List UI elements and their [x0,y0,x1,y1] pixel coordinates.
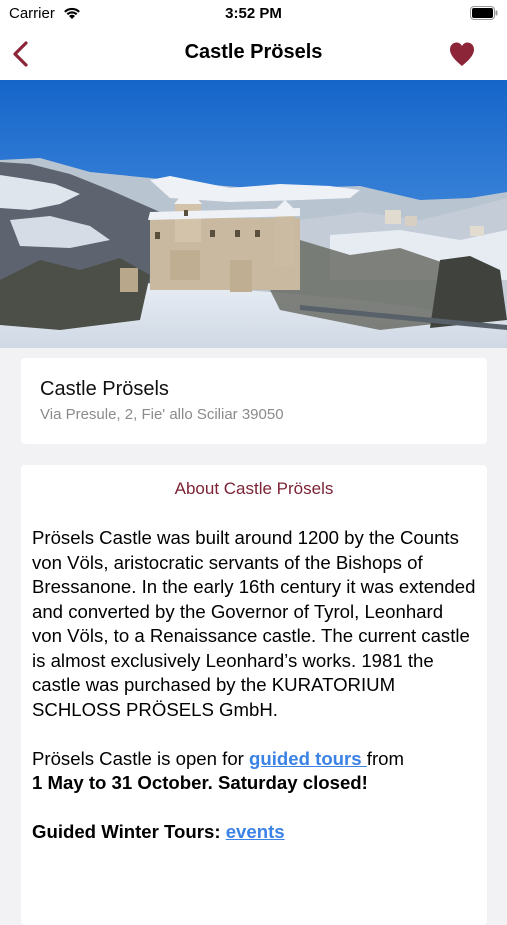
page-title: Castle Prösels [184,41,323,63]
navigation-bar: Castle Prösels [0,28,507,80]
hero-image[interactable] [0,80,507,348]
place-card: Castle Prösels Via Presule, 2, Fie' allo… [21,358,487,444]
about-paragraph: Prösels Castle was built around 1200 by … [32,527,476,720]
place-name: Castle Prösels [40,378,169,400]
about-card: About Castle Prösels Prösels Castle was … [21,465,487,925]
winter-tours-paragraph: Guided Winter Tours: events [32,820,478,845]
favorite-button[interactable] [447,39,477,69]
status-bar: Carrier 3:52 PM [0,0,507,28]
place-address[interactable]: Via Presule, 2, Fie' allo Sciliar 39050 [40,406,284,423]
tours-dates: 1 May to 31 October. Saturday closed! [32,772,368,793]
events-link[interactable]: events [226,821,285,842]
battery-icon [470,6,498,25]
tours-prefix: Prösels Castle is open for [32,747,250,769]
guided-tours-link[interactable]: guided tours [249,748,367,769]
winter-tours-label: Guided Winter Tours: [32,821,226,842]
tours-paragraph: Prösels Castle is open for guided tours … [32,747,478,796]
about-body: Prösels Castle was built around 1200 by … [32,526,478,845]
about-title: About Castle Prösels [174,479,334,498]
tours-suffix: from [366,747,404,769]
castle-photo [0,80,507,348]
heart-icon [450,42,474,66]
clock-label: 3:52 PM [225,5,282,22]
